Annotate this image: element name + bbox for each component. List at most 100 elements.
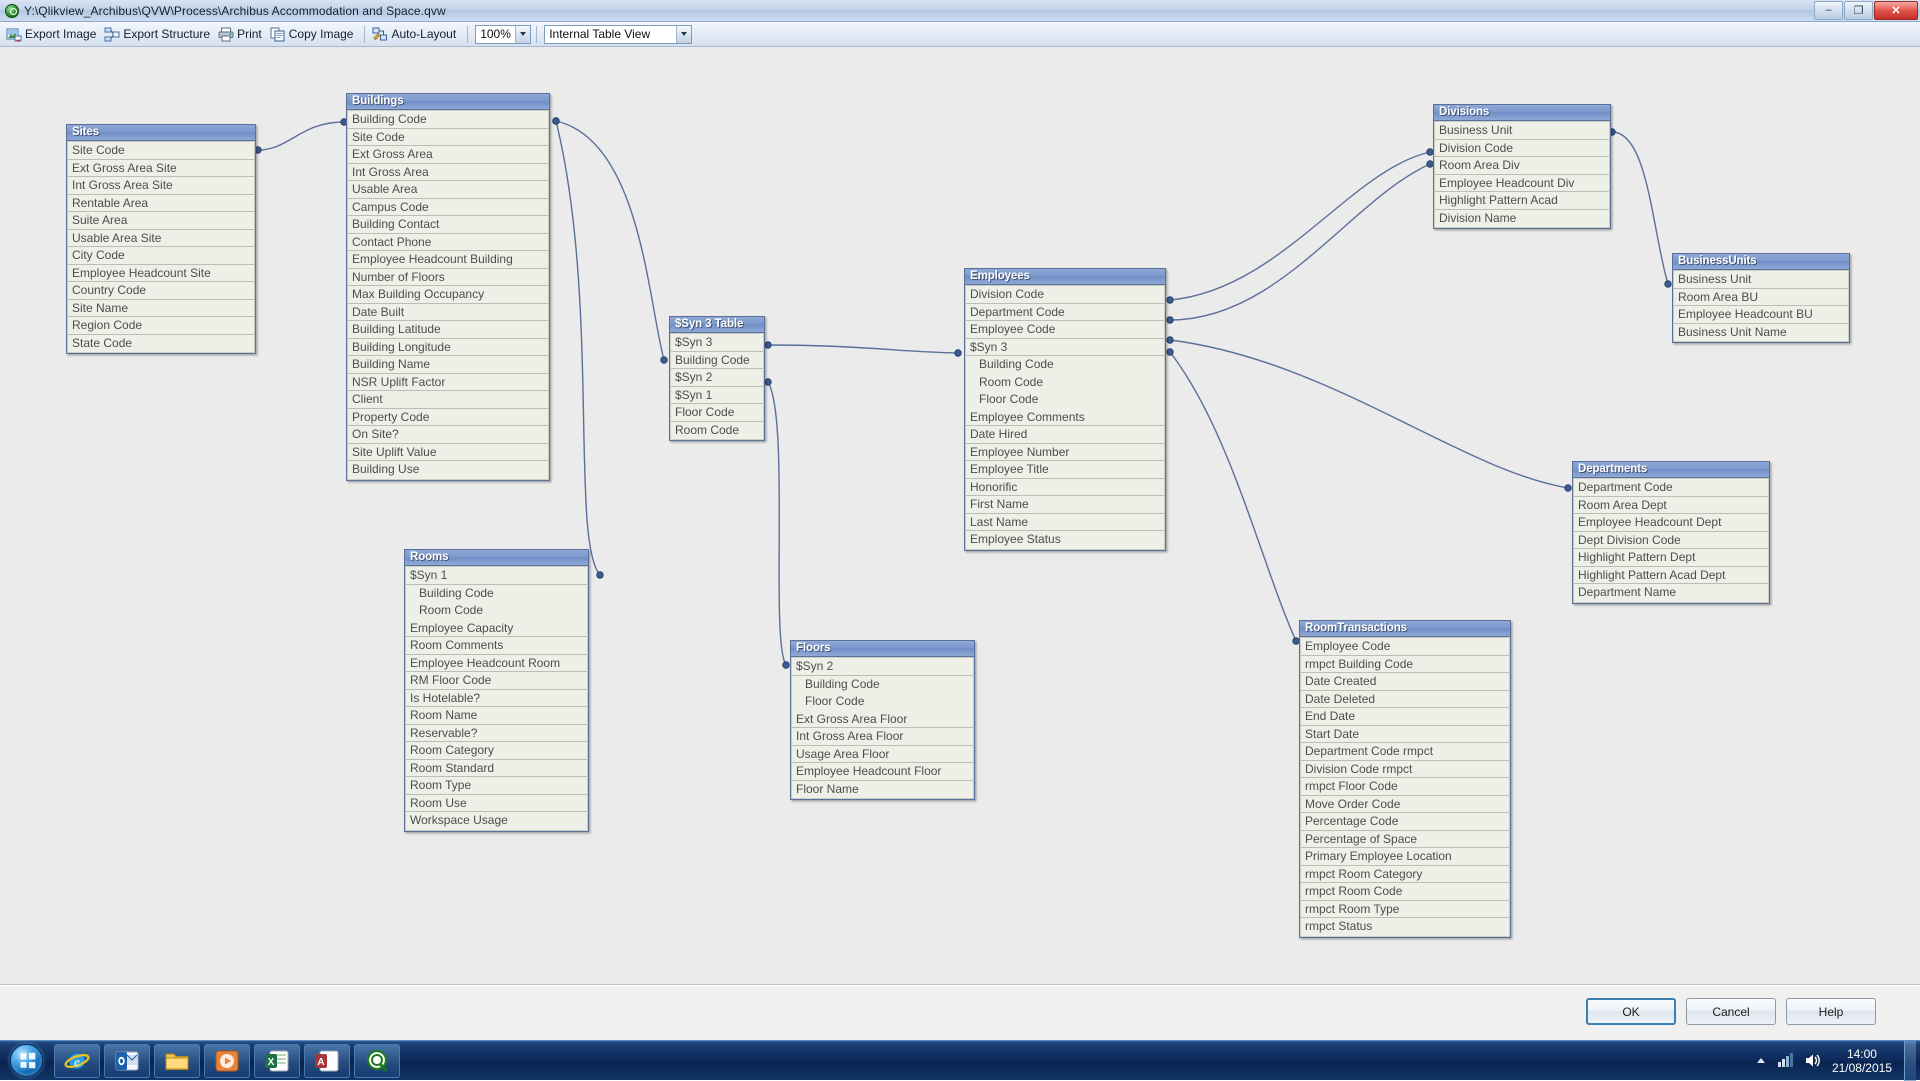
table-field[interactable]: Usage Area Floor — [792, 745, 973, 763]
table-field[interactable]: Room Type — [406, 777, 587, 795]
table-field[interactable]: Room Comments — [406, 637, 587, 655]
chevron-down-icon[interactable] — [676, 25, 692, 43]
table-field[interactable]: Building Contact — [348, 216, 548, 234]
table-field[interactable]: Campus Code — [348, 198, 548, 216]
table-field[interactable]: Ext Gross Area Floor — [792, 710, 973, 728]
connection-point[interactable] — [1166, 296, 1174, 304]
table-field[interactable]: Employee Headcount BU — [1674, 306, 1848, 324]
chevron-down-icon[interactable] — [515, 25, 531, 43]
table-field[interactable]: rmpct Room Category — [1301, 865, 1509, 883]
table-box-businessunits[interactable]: BusinessUnits Business Unit Room Area BU Em… — [1672, 253, 1850, 343]
relationship-line[interactable] — [1169, 351, 1297, 642]
ok-button[interactable]: OK — [1586, 998, 1676, 1025]
table-box-floors[interactable]: Floors $Syn 2 Building Code Floor Code Ext G… — [790, 640, 975, 800]
table-field[interactable]: rmpct Floor Code — [1301, 778, 1509, 796]
table-field[interactable]: Property Code — [348, 408, 548, 426]
taskbar-item-internet-explorer[interactable]: e — [54, 1043, 100, 1078]
table-field[interactable]: Contact Phone — [348, 233, 548, 251]
show-desktop-button[interactable] — [1904, 1040, 1916, 1081]
relationship-line[interactable] — [555, 120, 665, 361]
table-field[interactable]: Floor Code — [966, 391, 1164, 409]
table-field[interactable]: Department Code — [1574, 479, 1768, 497]
connection-point[interactable] — [552, 117, 560, 125]
table-field[interactable]: Business Unit — [1435, 122, 1609, 140]
table-field[interactable]: Number of Floors — [348, 268, 548, 286]
table-field[interactable]: Division Code — [966, 286, 1164, 304]
table-field[interactable]: $Syn 1 — [406, 567, 587, 585]
relationship-line[interactable] — [555, 120, 601, 576]
table-field[interactable]: $Syn 3 — [671, 334, 763, 352]
relationship-line[interactable] — [767, 344, 959, 354]
table-box-syn-3-table[interactable]: $Syn 3 Table $Syn 3 Building Code $Syn 2 $Sy… — [669, 316, 765, 441]
table-box-roomtransactions[interactable]: RoomTransactions Employee Code rmpct Build… — [1299, 620, 1511, 938]
table-field[interactable]: Max Building Occupancy — [348, 286, 548, 304]
table-field[interactable]: $Syn 3 — [966, 338, 1164, 356]
table-field[interactable]: Business Unit Name — [1674, 323, 1848, 341]
table-field[interactable]: Employee Headcount Room — [406, 654, 587, 672]
print-button[interactable]: Print — [216, 24, 268, 45]
taskbar-item-media-player[interactable] — [204, 1043, 250, 1078]
table-field[interactable]: Division Name — [1435, 209, 1609, 227]
start-button[interactable] — [2, 1043, 50, 1079]
table-field[interactable]: Date Created — [1301, 673, 1509, 691]
taskbar-item-outlook[interactable] — [104, 1043, 150, 1078]
table-field[interactable]: Date Hired — [966, 426, 1164, 444]
table-field[interactable]: rmpct Room Code — [1301, 883, 1509, 901]
zoom-level-select[interactable]: 100% — [475, 24, 532, 44]
taskbar-item-file-explorer[interactable] — [154, 1043, 200, 1078]
table-field[interactable]: Highlight Pattern Dept — [1574, 549, 1768, 567]
volume-icon[interactable] — [1804, 1052, 1821, 1069]
network-icon[interactable] — [1777, 1052, 1794, 1069]
table-field[interactable]: Ext Gross Area Site — [68, 159, 254, 177]
table-field[interactable]: Usable Area — [348, 181, 548, 199]
table-field[interactable]: Room Name — [406, 707, 587, 725]
table-field[interactable]: Floor Code — [792, 693, 973, 711]
table-field[interactable]: Building Longitude — [348, 338, 548, 356]
table-field[interactable]: Room Area BU — [1674, 288, 1848, 306]
table-field[interactable]: Building Latitude — [348, 321, 548, 339]
table-view-canvas[interactable]: Sites Site Code Ext Gross Area Site Int Gro… — [0, 47, 1920, 985]
table-field[interactable]: $Syn 1 — [671, 386, 763, 404]
table-field[interactable]: End Date — [1301, 708, 1509, 726]
table-field[interactable]: $Syn 2 — [671, 369, 763, 387]
show-hidden-icons-button[interactable] — [1756, 1058, 1765, 1063]
taskbar-item-access[interactable]: A — [304, 1043, 350, 1078]
table-field[interactable]: Room Use — [406, 794, 587, 812]
table-field[interactable]: Business Unit — [1674, 271, 1848, 289]
table-field[interactable]: Site Name — [68, 299, 254, 317]
table-field[interactable]: Floor Name — [792, 780, 973, 798]
table-field[interactable]: Room Code — [966, 373, 1164, 391]
table-field[interactable]: Building Use — [348, 461, 548, 479]
table-field[interactable]: Employee Code — [1301, 638, 1509, 656]
table-field[interactable]: Building Code — [792, 675, 973, 693]
table-field[interactable]: Building Code — [966, 356, 1164, 374]
table-field[interactable]: rmpct Building Code — [1301, 655, 1509, 673]
table-field[interactable]: Date Built — [348, 303, 548, 321]
table-field[interactable]: Floor Code — [671, 404, 763, 422]
connection-point[interactable] — [1664, 280, 1672, 288]
table-field[interactable]: Room Category — [406, 742, 587, 760]
table-field[interactable]: Rentable Area — [68, 194, 254, 212]
connection-point[interactable] — [954, 349, 962, 357]
table-field[interactable]: Usable Area Site — [68, 229, 254, 247]
table-field[interactable]: Employee Title — [966, 461, 1164, 479]
table-field[interactable]: Building Code — [348, 111, 548, 129]
table-box-sites[interactable]: Sites Site Code Ext Gross Area Site Int Gro… — [66, 124, 256, 354]
table-field[interactable]: Room Area Div — [1435, 157, 1609, 175]
relationship-line[interactable] — [767, 381, 787, 666]
table-box-rooms[interactable]: Rooms $Syn 1 Building Code Room Code Employe… — [404, 549, 589, 832]
relationship-line[interactable] — [257, 121, 345, 151]
table-field[interactable]: Employee Headcount Div — [1435, 174, 1609, 192]
table-field[interactable]: Honorific — [966, 478, 1164, 496]
table-field[interactable]: Employee Number — [966, 443, 1164, 461]
connection-point[interactable] — [1166, 336, 1174, 344]
table-field[interactable]: Site Code — [348, 128, 548, 146]
taskbar-clock[interactable]: 14:00 21/08/2015 — [1826, 1047, 1902, 1075]
relationship-line[interactable] — [1169, 163, 1431, 321]
table-field[interactable]: City Code — [68, 247, 254, 265]
table-field[interactable]: Employee Headcount Site — [68, 264, 254, 282]
connection-point[interactable] — [764, 341, 772, 349]
table-field[interactable]: Workspace Usage — [406, 812, 587, 830]
table-field[interactable]: NSR Uplift Factor — [348, 373, 548, 391]
table-field[interactable]: Highlight Pattern Acad Dept — [1574, 566, 1768, 584]
